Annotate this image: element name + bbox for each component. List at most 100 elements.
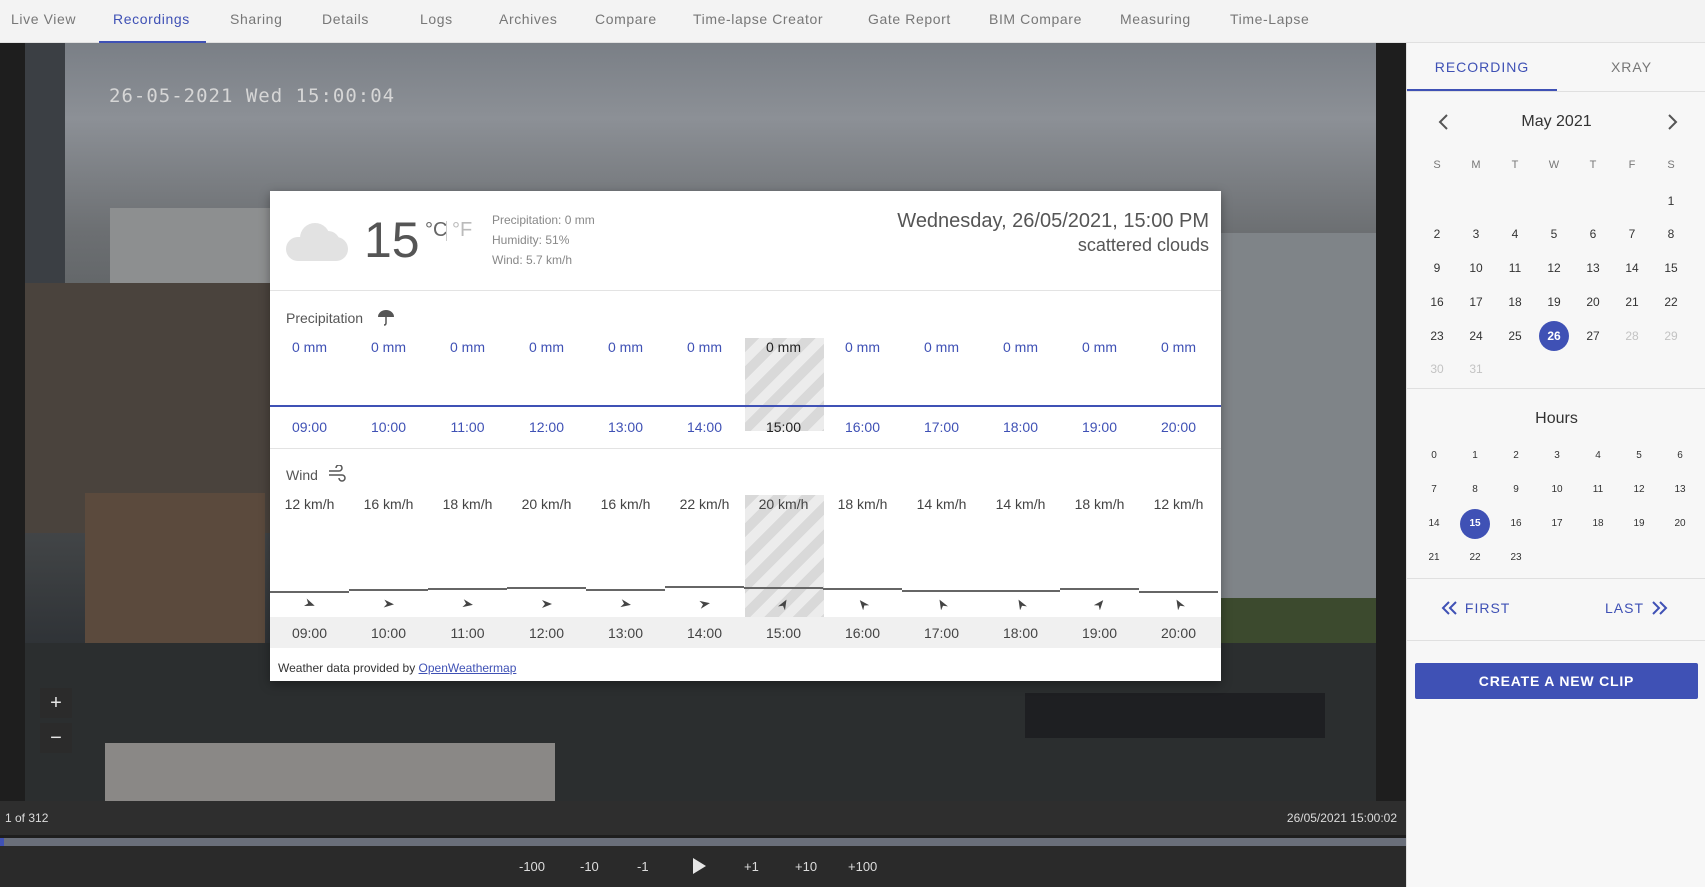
hour-cell[interactable]: 16 <box>1501 509 1531 539</box>
calendar-day[interactable]: 1 <box>1656 186 1686 216</box>
wind-hour: 15:00 <box>765 625 802 641</box>
hour-cell[interactable]: 1 <box>1460 441 1490 471</box>
calendar-day[interactable]: 7 <box>1617 219 1647 249</box>
calendar-day[interactable]: 23 <box>1422 321 1452 351</box>
tab-recording[interactable]: RECORDING <box>1407 43 1557 91</box>
hour-cell[interactable]: 15 <box>1460 509 1490 539</box>
hour-cell[interactable]: 22 <box>1460 543 1490 573</box>
calendar-day[interactable]: 9 <box>1422 253 1452 283</box>
fahrenheit-toggle[interactable]: °F <box>452 219 472 242</box>
calendar-day[interactable]: 16 <box>1422 287 1452 317</box>
next-month-button[interactable] <box>1665 113 1679 136</box>
hour-cell[interactable]: 7 <box>1419 475 1449 505</box>
calendar-day[interactable]: 27 <box>1578 321 1608 351</box>
weekday-label: W <box>1548 159 1560 171</box>
hour-cell[interactable]: 14 <box>1419 509 1449 539</box>
calendar-day[interactable]: 18 <box>1500 287 1530 317</box>
calendar-day[interactable]: 22 <box>1656 287 1686 317</box>
calendar-day[interactable]: 26 <box>1539 321 1569 351</box>
calendar-day[interactable]: 17 <box>1461 287 1491 317</box>
precipitation-value: 0 mm <box>529 339 564 355</box>
skip-back-100-button[interactable]: -100 <box>519 846 545 887</box>
skip-back-1-button[interactable]: -1 <box>637 846 649 887</box>
tab-recordings[interactable]: Recordings <box>99 0 206 43</box>
skip-forward-1-button[interactable]: +1 <box>744 846 759 887</box>
precipitation-value: 0 mm <box>450 339 485 355</box>
tab-details[interactable]: Details <box>322 0 369 43</box>
tab-compare[interactable]: Compare <box>595 0 657 43</box>
zoom-in-button[interactable]: + <box>40 688 72 718</box>
playback-progress-bar[interactable] <box>0 838 1406 846</box>
weather-header: 15 °C °F Precipitation: 0 mm Humidity: 5… <box>270 191 1221 291</box>
hour-cell[interactable]: 3 <box>1542 441 1572 471</box>
hour-cell[interactable]: 11 <box>1583 475 1613 505</box>
hour-cell[interactable]: 12 <box>1624 475 1654 505</box>
skip-forward-10-button[interactable]: +10 <box>795 846 817 887</box>
calendar-day[interactable]: 12 <box>1539 253 1569 283</box>
hour-cell[interactable]: 5 <box>1624 441 1654 471</box>
precipitation-value: 0 mm <box>1003 339 1038 355</box>
calendar-day[interactable]: 6 <box>1578 219 1608 249</box>
wind-direction-arrow-icon <box>304 598 315 607</box>
weekday-label: F <box>1628 159 1636 171</box>
hour-cell[interactable]: 0 <box>1419 441 1449 471</box>
wind-direction-arrow-icon <box>778 599 787 610</box>
tab-archives[interactable]: Archives <box>499 0 557 43</box>
hour-cell[interactable]: 20 <box>1665 509 1695 539</box>
tab-measuring[interactable]: Measuring <box>1120 0 1191 43</box>
month-title: May 2021 <box>1521 113 1592 130</box>
hour-cell[interactable]: 8 <box>1460 475 1490 505</box>
calendar-day[interactable]: 11 <box>1500 253 1530 283</box>
calendar-day[interactable]: 19 <box>1539 287 1569 317</box>
hour-cell[interactable]: 19 <box>1624 509 1654 539</box>
calendar-day[interactable]: 15 <box>1656 253 1686 283</box>
wind-direction-arrow-icon <box>1176 599 1185 610</box>
calendar-day[interactable]: 4 <box>1500 219 1530 249</box>
hour-cell[interactable]: 9 <box>1501 475 1531 505</box>
calendar-day[interactable]: 21 <box>1617 287 1647 317</box>
tab-gate-report[interactable]: Gate Report <box>868 0 951 43</box>
calendar-day[interactable]: 10 <box>1461 253 1491 283</box>
brick-houses <box>85 493 265 653</box>
tab-time-lapse[interactable]: Time-Lapse <box>1230 0 1309 43</box>
hour-cell[interactable]: 13 <box>1665 475 1695 505</box>
last-button[interactable]: LAST <box>1605 600 1669 616</box>
wind-value: 22 km/h <box>679 496 730 512</box>
tab-logs[interactable]: Logs <box>420 0 453 43</box>
first-button[interactable]: FIRST <box>1440 600 1510 616</box>
skip-back-10-button[interactable]: -10 <box>580 846 599 887</box>
tab-live-view[interactable]: Live View <box>11 0 76 43</box>
calendar-day[interactable]: 20 <box>1578 287 1608 317</box>
hour-cell[interactable]: 18 <box>1583 509 1613 539</box>
zoom-out-button[interactable]: − <box>40 723 72 753</box>
hour-cell[interactable]: 2 <box>1501 441 1531 471</box>
wind-direction-arrow-icon <box>939 599 948 610</box>
hour-cell[interactable]: 10 <box>1542 475 1572 505</box>
hour-cell[interactable]: 17 <box>1542 509 1572 539</box>
tab-bim-compare[interactable]: BIM Compare <box>989 0 1082 43</box>
calendar-day[interactable]: 2 <box>1422 219 1452 249</box>
create-clip-button[interactable]: CREATE A NEW CLIP <box>1415 663 1698 699</box>
celsius-toggle[interactable]: °C <box>425 219 447 242</box>
calendar-day[interactable]: 14 <box>1617 253 1647 283</box>
calendar-day[interactable]: 3 <box>1461 219 1491 249</box>
calendar-day[interactable]: 24 <box>1461 321 1491 351</box>
skip-forward-100-button[interactable]: +100 <box>848 846 877 887</box>
calendar-day[interactable]: 25 <box>1500 321 1530 351</box>
precipitation-value: 0 mm <box>687 339 722 355</box>
calendar-day[interactable]: 13 <box>1578 253 1608 283</box>
calendar-day[interactable]: 8 <box>1656 219 1686 249</box>
calendar-day[interactable]: 5 <box>1539 219 1569 249</box>
weekday-label: T <box>1511 159 1519 171</box>
weather-attribution: Weather data provided by OpenWeathermap <box>278 661 516 675</box>
tab-sharing[interactable]: Sharing <box>230 0 282 43</box>
hour-cell[interactable]: 4 <box>1583 441 1613 471</box>
openweathermap-link[interactable]: OpenWeathermap <box>419 661 517 675</box>
hour-cell[interactable]: 6 <box>1665 441 1695 471</box>
hour-cell[interactable]: 21 <box>1419 543 1449 573</box>
play-button[interactable] <box>690 857 708 875</box>
hour-cell[interactable]: 23 <box>1501 543 1531 573</box>
hours-title: Hours <box>1535 410 1578 427</box>
tab-time-lapse-creator[interactable]: Time-lapse Creator <box>693 0 823 43</box>
tab-xray[interactable]: XRAY <box>1557 43 1705 91</box>
